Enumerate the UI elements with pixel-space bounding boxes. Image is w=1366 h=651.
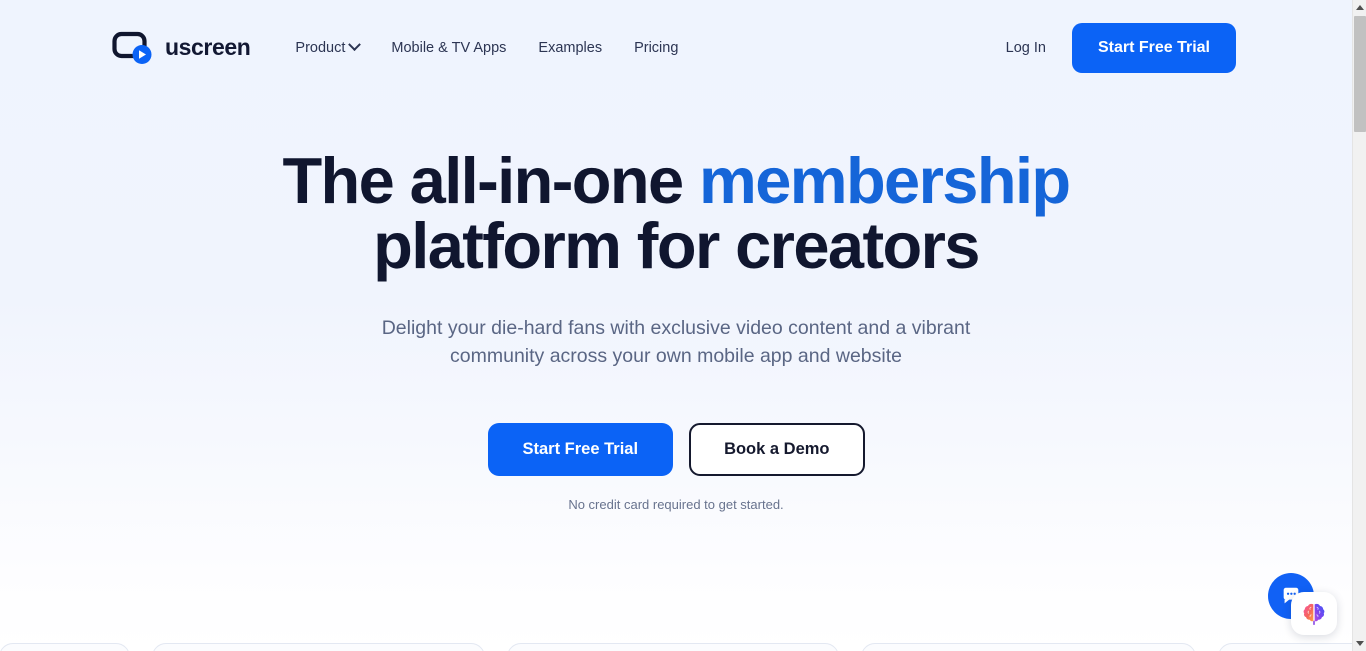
scrollbar-thumb[interactable]	[1354, 16, 1366, 132]
login-link[interactable]: Log In	[1006, 40, 1046, 56]
ai-assistant-button[interactable]	[1291, 592, 1337, 635]
feature-card-strip	[0, 643, 1366, 651]
nav-item-mobile-tv-apps[interactable]: Mobile & TV Apps	[391, 40, 506, 56]
feature-card[interactable]	[861, 643, 1196, 651]
nav-item-product[interactable]: Product	[295, 38, 362, 56]
nav-item-label: Mobile & TV Apps	[391, 39, 507, 56]
primary-nav: Product Mobile & TV Apps Examples Pricin…	[295, 38, 678, 56]
hero-subtitle: Delight your die-hard fans with exclusiv…	[381, 317, 971, 368]
nav-item-examples[interactable]: Examples	[538, 40, 602, 56]
vertical-scrollbar[interactable]	[1352, 0, 1366, 651]
feature-card[interactable]	[152, 643, 485, 651]
hero-title-accent: membership	[699, 144, 1071, 217]
nav-item-pricing[interactable]: Pricing	[634, 40, 678, 56]
nav-item-label: Examples	[538, 39, 603, 56]
hero-title-part2: platform for creators	[373, 209, 980, 282]
logo-link[interactable]: uscreen	[112, 31, 251, 65]
scroll-up-arrow-icon[interactable]	[1353, 0, 1366, 15]
hero-title: The all-in-one membership platform for c…	[281, 148, 1071, 278]
hero-title-part1: The all-in-one	[282, 144, 700, 217]
browser-viewport: uscreen Product Mobile & TV Apps Example…	[0, 0, 1366, 651]
hero-section: The all-in-one membership platform for c…	[0, 95, 1352, 512]
hero-start-free-trial-button[interactable]: Start Free Trial	[487, 422, 674, 476]
logo-wordmark: uscreen	[165, 34, 251, 60]
hero-cta-group: Start Free Trial Book a Demo	[0, 422, 1352, 476]
nav-item-label: Pricing	[634, 39, 679, 56]
site-header: uscreen Product Mobile & TV Apps Example…	[0, 0, 1352, 95]
feature-card[interactable]	[0, 643, 130, 651]
uscreen-play-logo-icon	[112, 31, 152, 64]
hero-book-a-demo-button[interactable]: Book a Demo	[689, 422, 865, 476]
nav-item-label: Product	[295, 39, 346, 56]
hero-no-credit-card-note: No credit card required to get started.	[568, 496, 784, 512]
chevron-down-icon	[348, 38, 362, 52]
feature-card[interactable]	[507, 643, 839, 651]
header-start-free-trial-button[interactable]: Start Free Trial	[1071, 22, 1236, 73]
header-actions: Log In Start Free Trial	[1006, 22, 1236, 73]
chat-widget	[1268, 573, 1337, 635]
feature-card[interactable]	[1218, 643, 1366, 651]
ai-brain-icon	[1303, 603, 1325, 625]
scroll-down-arrow-icon[interactable]	[1353, 636, 1366, 651]
